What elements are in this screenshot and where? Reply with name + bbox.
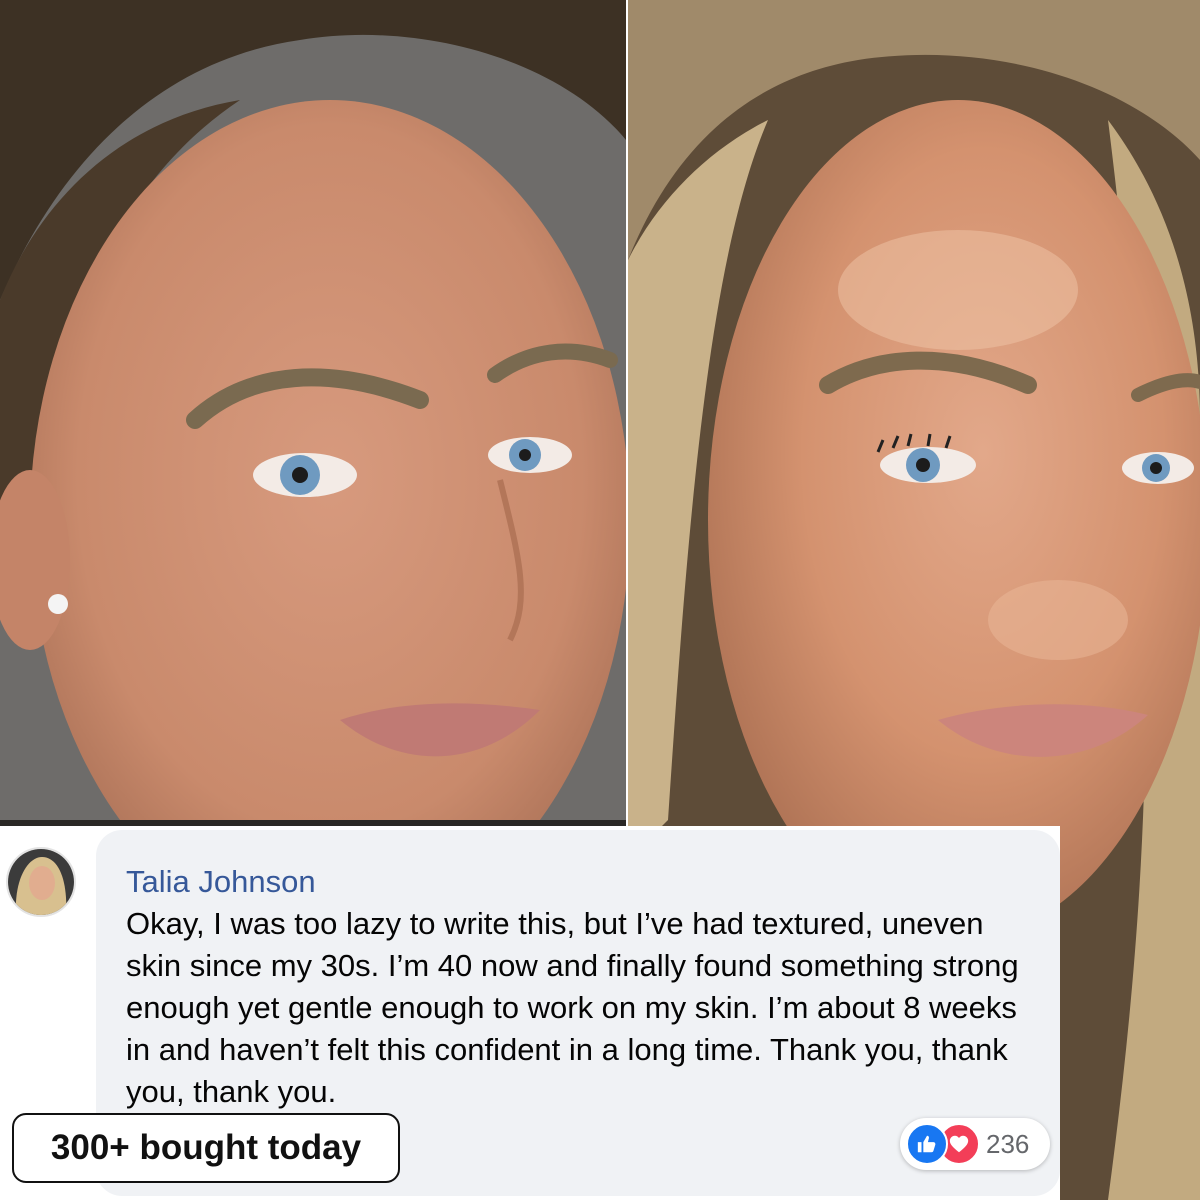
heart-glyph — [949, 1135, 969, 1153]
reactions-summary[interactable]: 236 — [900, 1118, 1050, 1170]
like-icon — [906, 1123, 948, 1165]
avatar-image — [8, 849, 74, 915]
comment-text: Okay, I was too lazy to write this, but … — [126, 906, 1019, 1109]
thumbs-up-glyph — [917, 1135, 936, 1153]
comment-author-link[interactable]: Talia Johnson — [126, 864, 316, 900]
reaction-count: 236 — [986, 1128, 1030, 1159]
commenter-avatar[interactable] — [6, 847, 76, 917]
bought-today-badge: 300+ bought today — [12, 1113, 400, 1183]
